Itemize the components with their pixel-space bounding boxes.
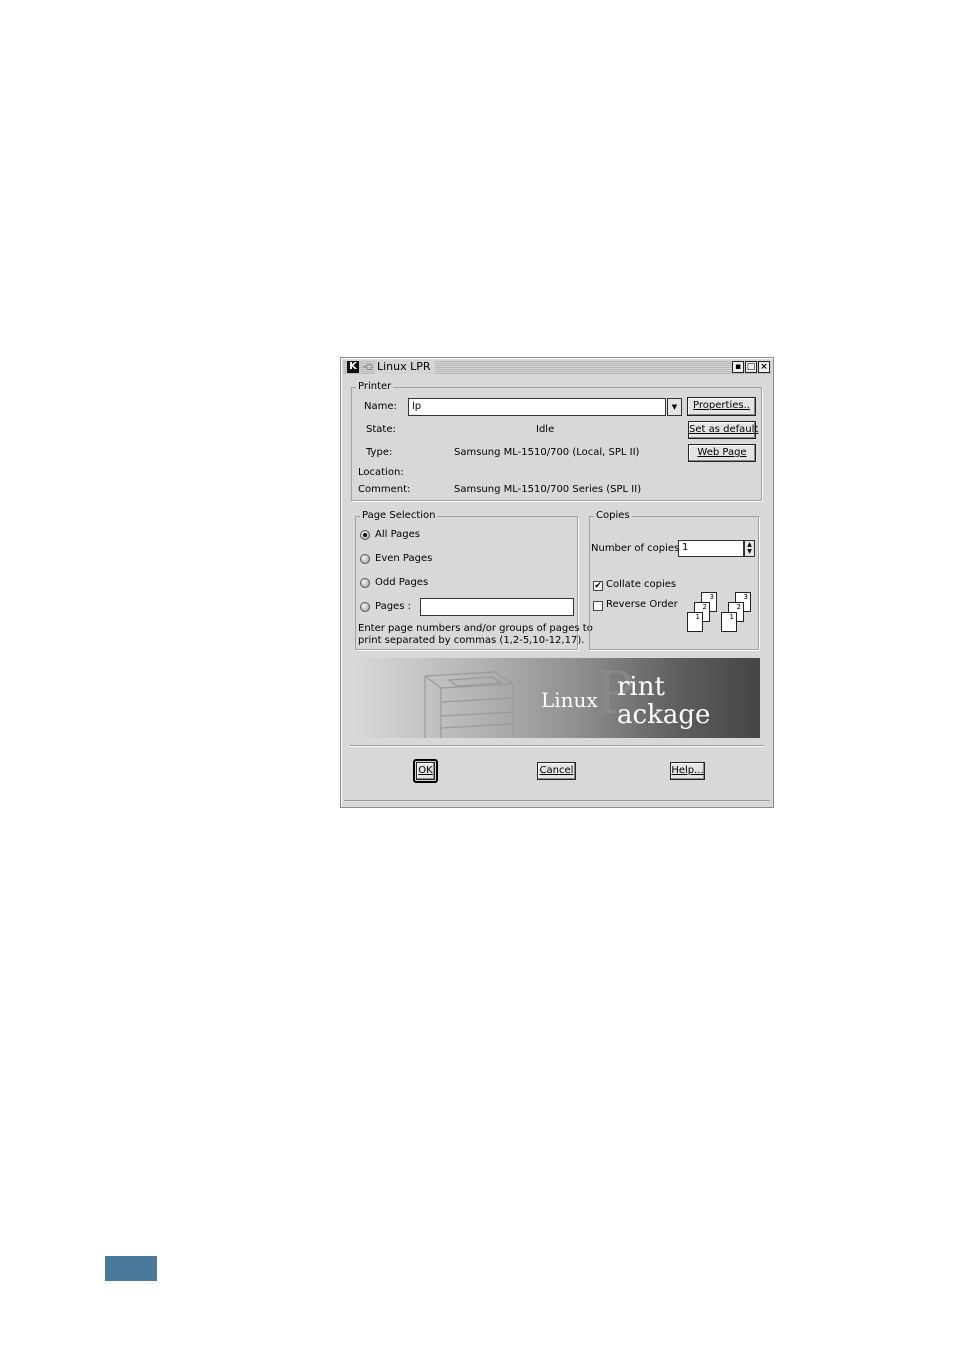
set-as-default-button[interactable]: Set as default [688, 421, 758, 439]
ok-button[interactable]: OK [416, 762, 435, 780]
printer-name-label: Name: [364, 401, 397, 412]
printer-name-combo[interactable]: lp ▼ [408, 398, 682, 416]
comment-label: Comment: [358, 484, 411, 495]
page-selection-legend: Page Selection [360, 509, 438, 523]
copies-spinner[interactable]: ▲ ▼ [744, 540, 755, 557]
reverse-order-label[interactable]: Reverse Order [606, 598, 678, 612]
printer-legend: Printer [356, 380, 394, 394]
pages-help-line2: print separated by commas (1,2-5,10-12,1… [358, 635, 585, 646]
type-label: Type: [366, 447, 393, 458]
state-label: State: [366, 424, 396, 435]
title-bar[interactable]: K -○ Linux LPR ▪ □ × [343, 360, 771, 374]
minimize-icon[interactable]: ▪ [732, 361, 744, 373]
linux-print-package-banner: Linux P rint ackage [355, 658, 760, 738]
state-value: Idle [536, 424, 555, 435]
copies-legend: Copies [594, 509, 632, 523]
even-pages-label[interactable]: Even Pages [375, 552, 432, 566]
close-icon[interactable]: × [758, 361, 770, 373]
pages-label[interactable]: Pages : [375, 600, 411, 614]
collate-copies-label[interactable]: Collate copies [606, 578, 676, 592]
collate-sheet: 1 [721, 612, 737, 632]
comment-value: Samsung ML-1510/700 Series (SPL II) [454, 484, 642, 495]
collate-sheet: 1 [687, 612, 703, 632]
web-page-button[interactable]: Web Page [688, 444, 756, 462]
banner-print-text: rint [617, 672, 665, 702]
collate-copies-checkbox[interactable]: ✔ [593, 581, 603, 591]
type-value: Samsung ML-1510/700 (Local, SPL II) [454, 447, 640, 458]
radio-pages[interactable] [360, 602, 370, 612]
chevron-down-icon[interactable]: ▼ [667, 398, 682, 416]
help-button[interactable]: Help... [670, 762, 705, 780]
pin-icon[interactable]: -○ [363, 360, 373, 374]
radio-even-pages[interactable] [360, 554, 370, 564]
maximize-icon[interactable]: □ [745, 361, 757, 373]
printer-illustration-icon [424, 671, 514, 738]
radio-odd-pages[interactable] [360, 578, 370, 588]
window-title: Linux LPR [375, 360, 435, 374]
pages-input[interactable] [420, 598, 574, 616]
reverse-order-checkbox[interactable] [593, 601, 603, 611]
number-of-copies-label: Number of copies: [591, 543, 683, 554]
arrow-down-icon[interactable]: ▼ [745, 548, 754, 555]
banner-linux-text: Linux [541, 688, 598, 712]
odd-pages-label[interactable]: Odd Pages [375, 576, 428, 590]
checkmark-icon: ✔ [594, 581, 602, 591]
properties-button[interactable]: Properties.. [687, 397, 756, 416]
window-bottom-edge [344, 800, 770, 803]
location-label: Location: [358, 467, 404, 478]
cancel-button[interactable]: Cancel [537, 762, 576, 780]
printer-name-input[interactable]: lp [408, 398, 666, 416]
kde-k-icon[interactable]: K [347, 361, 359, 373]
radio-all-pages[interactable] [360, 530, 370, 540]
banner-package-text: ackage [617, 700, 711, 730]
number-of-copies-input[interactable]: 1 [678, 540, 744, 557]
all-pages-label[interactable]: All Pages [375, 528, 420, 542]
arrow-up-icon[interactable]: ▲ [745, 541, 754, 548]
button-separator [350, 745, 764, 747]
page-number-tab [105, 1256, 157, 1281]
